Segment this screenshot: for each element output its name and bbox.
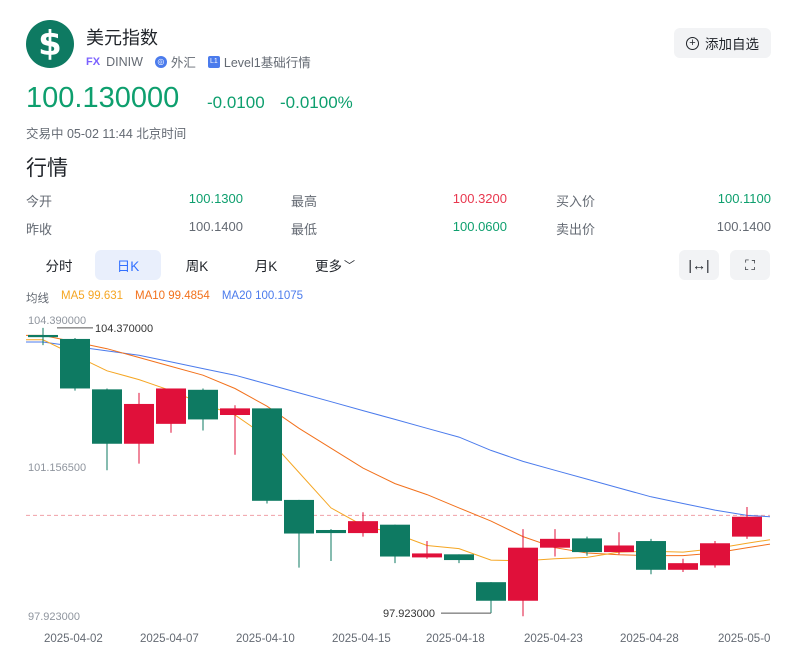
candle-up — [700, 543, 730, 566]
candle-down — [252, 408, 282, 501]
tab-intraday[interactable]: 分时 — [26, 250, 92, 280]
dollar-logo-icon: $ — [26, 20, 74, 68]
candle-down — [380, 524, 410, 557]
candle-down — [444, 554, 474, 561]
stat-value-open: 100.1300 — [188, 191, 243, 206]
kline-chart[interactable]: 104.390000 101.156500 97.923000 104.370000 9… — [0, 300, 791, 672]
y-axis-label: 104.390000 — [28, 315, 86, 327]
fit-width-button[interactable]: |↔| — [679, 250, 719, 280]
add-watchlist-label: 添加自选 — [705, 37, 759, 52]
candle-down — [60, 338, 90, 389]
price-change: -0.0100 — [207, 93, 265, 112]
stat-label-ask: 卖出价 — [556, 222, 596, 237]
instrument-meta: FX DINIW ◎ 外汇 L1 Level1基础行情 — [86, 52, 311, 71]
stat-value-low: 100.0600 — [452, 219, 507, 234]
tab-daily[interactable]: 日K — [95, 250, 161, 280]
ma10-line — [26, 334, 771, 557]
candle-up — [508, 547, 538, 601]
plus-circle-icon: + — [686, 36, 699, 50]
candle-down — [284, 499, 314, 534]
candle-up — [540, 538, 570, 548]
x-axis-label: 2025-05-0 — [718, 633, 770, 645]
stat-label-prev-close: 昨收 — [26, 222, 53, 237]
candle-down — [28, 334, 58, 338]
instrument-code: DINIW — [106, 54, 143, 69]
candle-up — [156, 388, 186, 424]
trading-status: 交易中 05-02 11:44 北京时间 — [26, 127, 187, 141]
tab-weekly-label: 周K — [185, 259, 209, 274]
chevron-down-icon: ﹀ — [344, 260, 355, 272]
tab-weekly[interactable]: 周K — [164, 250, 230, 280]
market-label: 外汇 — [170, 56, 196, 70]
stat-label-open: 今开 — [26, 194, 53, 209]
low-annotation: 97.923000 — [383, 608, 435, 620]
tab-daily-label: 日K — [116, 259, 140, 274]
candle-up — [220, 408, 250, 416]
tab-more-label: 更多 — [315, 259, 342, 274]
x-axis-label: 2025-04-23 — [524, 633, 583, 645]
candle-down — [476, 582, 506, 601]
x-axis-label: 2025-04-07 — [140, 633, 199, 645]
candle-down — [316, 529, 346, 534]
y-axis-label: 101.156500 — [28, 462, 86, 474]
high-annotation: 104.370000 — [95, 323, 153, 335]
fit-width-icon: |↔| — [688, 257, 710, 273]
candle-down — [92, 389, 122, 444]
fullscreen-button[interactable]: ⛶ — [730, 250, 770, 280]
tab-intraday-label: 分时 — [45, 259, 73, 274]
fx-badge: FX — [86, 55, 101, 68]
candle-up — [124, 403, 154, 444]
candle-up — [668, 563, 698, 570]
candle-down — [188, 389, 218, 420]
stat-label-low: 最低 — [291, 222, 318, 237]
candle-up — [348, 521, 378, 534]
tab-more[interactable]: 更多 ﹀ — [302, 250, 368, 280]
stat-value-high: 100.3200 — [452, 191, 507, 206]
stat-value-bid: 100.1100 — [717, 191, 771, 206]
stat-value-ask: 100.1400 — [716, 219, 771, 234]
stat-value-prev-close: 100.1400 — [188, 219, 243, 234]
level-icon: L1 — [207, 55, 220, 68]
x-axis-label: 2025-04-18 — [426, 633, 485, 645]
globe-icon: ◎ — [154, 55, 167, 68]
x-axis-label: 2025-04-02 — [44, 633, 103, 645]
candle-up — [732, 516, 762, 537]
candle-down — [572, 538, 602, 553]
section-title: 行情 — [26, 157, 68, 180]
level-label: Level1基础行情 — [223, 56, 311, 70]
fullscreen-icon: ⛶ — [745, 256, 755, 273]
stat-label-bid: 买入价 — [556, 194, 596, 209]
y-axis-label: 97.923000 — [28, 611, 80, 623]
price-change-percent: -0.0100% — [280, 93, 353, 112]
add-watchlist-button[interactable]: + 添加自选 — [674, 28, 771, 58]
tab-monthly[interactable]: 月K — [233, 250, 299, 280]
candle-up — [412, 553, 442, 558]
period-tabs: 分时 日K 周K 月K 更多 ﹀ — [26, 250, 371, 280]
x-axis-label: 2025-04-10 — [236, 633, 295, 645]
candle-up — [604, 545, 634, 553]
tab-monthly-label: 月K — [254, 259, 278, 274]
x-axis-label: 2025-04-15 — [332, 633, 391, 645]
current-price: 100.130000 — [26, 82, 180, 114]
page-title: 美元指数 — [86, 28, 158, 48]
candle-down — [636, 541, 666, 570]
x-axis-label: 2025-04-28 — [620, 633, 679, 645]
stat-label-high: 最高 — [291, 194, 318, 209]
